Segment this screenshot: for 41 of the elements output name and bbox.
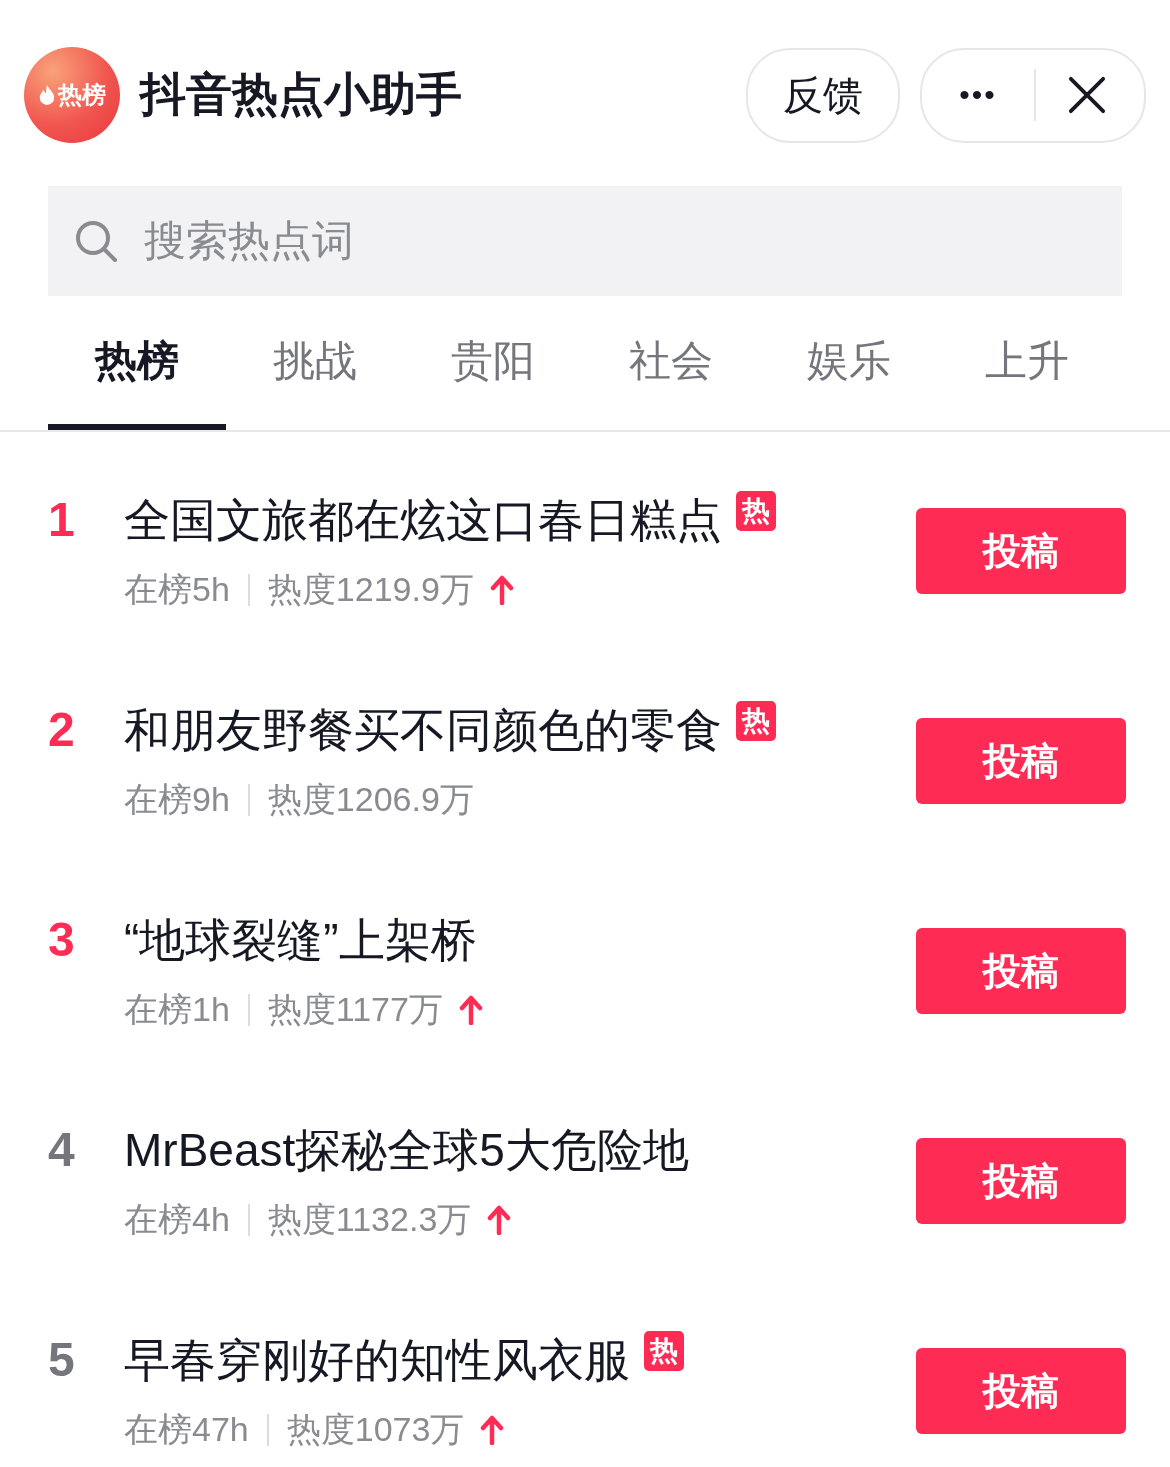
post-button[interactable]: 投稿 — [916, 718, 1126, 804]
heat-value: 热度1219.9万 — [267, 569, 474, 610]
tab[interactable]: 热榜 — [48, 296, 226, 430]
time-on-list: 在榜9h — [124, 777, 230, 823]
time-on-list: 在榜5h — [124, 567, 230, 613]
post-button[interactable]: 投稿 — [916, 928, 1126, 1014]
rank-number: 2 — [48, 702, 76, 758]
tab[interactable]: 贵阳 — [404, 296, 582, 430]
heat-value: 热度1073万 — [286, 1409, 465, 1450]
topic-title[interactable]: 早春穿刚好的知性风衣服 — [124, 1332, 630, 1388]
logo-text: 热榜 — [58, 80, 106, 110]
app-title: 抖音热点小助手 — [140, 67, 463, 122]
topic-title[interactable]: MrBeast探秘全球5大危险地 — [124, 1122, 689, 1178]
post-button[interactable]: 投稿 — [916, 1138, 1126, 1224]
time-on-list: 在榜47h — [124, 1407, 249, 1453]
topic-title[interactable]: “地球裂缝”上架桥 — [124, 912, 477, 968]
tab[interactable]: 上升 — [938, 296, 1116, 430]
rank-number: 1 — [48, 492, 76, 548]
tab[interactable]: 社会 — [582, 296, 760, 430]
rank-number: 4 — [48, 1122, 76, 1178]
post-button[interactable]: 投稿 — [916, 508, 1126, 594]
flame-icon — [38, 84, 56, 106]
heat-value: 热度1177万 — [267, 989, 443, 1030]
topic-title[interactable]: 和朋友野餐买不同颜色的零食 — [124, 702, 722, 758]
hot-badge: 热 — [644, 1331, 684, 1371]
more-button[interactable]: ••• — [922, 78, 1034, 112]
post-button[interactable]: 投稿 — [916, 1348, 1126, 1434]
tab[interactable]: 娱乐 — [760, 296, 938, 430]
close-icon[interactable] — [1068, 76, 1106, 114]
rank-number: 3 — [48, 912, 76, 968]
time-on-list: 在榜4h — [124, 1197, 230, 1243]
heat-value: 热度1132.3万 — [267, 1199, 472, 1240]
hot-badge: 热 — [736, 491, 776, 531]
topic-title[interactable]: 全国文旅都在炫这口春日糕点 — [124, 492, 722, 548]
heat-value: 热度1206.9万 — [267, 779, 474, 820]
feedback-button[interactable]: 反馈 — [746, 47, 900, 143]
time-on-list: 在榜1h — [124, 987, 230, 1033]
rank-number: 5 — [48, 1332, 76, 1388]
tab[interactable]: 挑战 — [226, 296, 404, 430]
hot-badge: 热 — [736, 701, 776, 741]
search-field[interactable]: 搜索热点词 — [48, 186, 1122, 296]
